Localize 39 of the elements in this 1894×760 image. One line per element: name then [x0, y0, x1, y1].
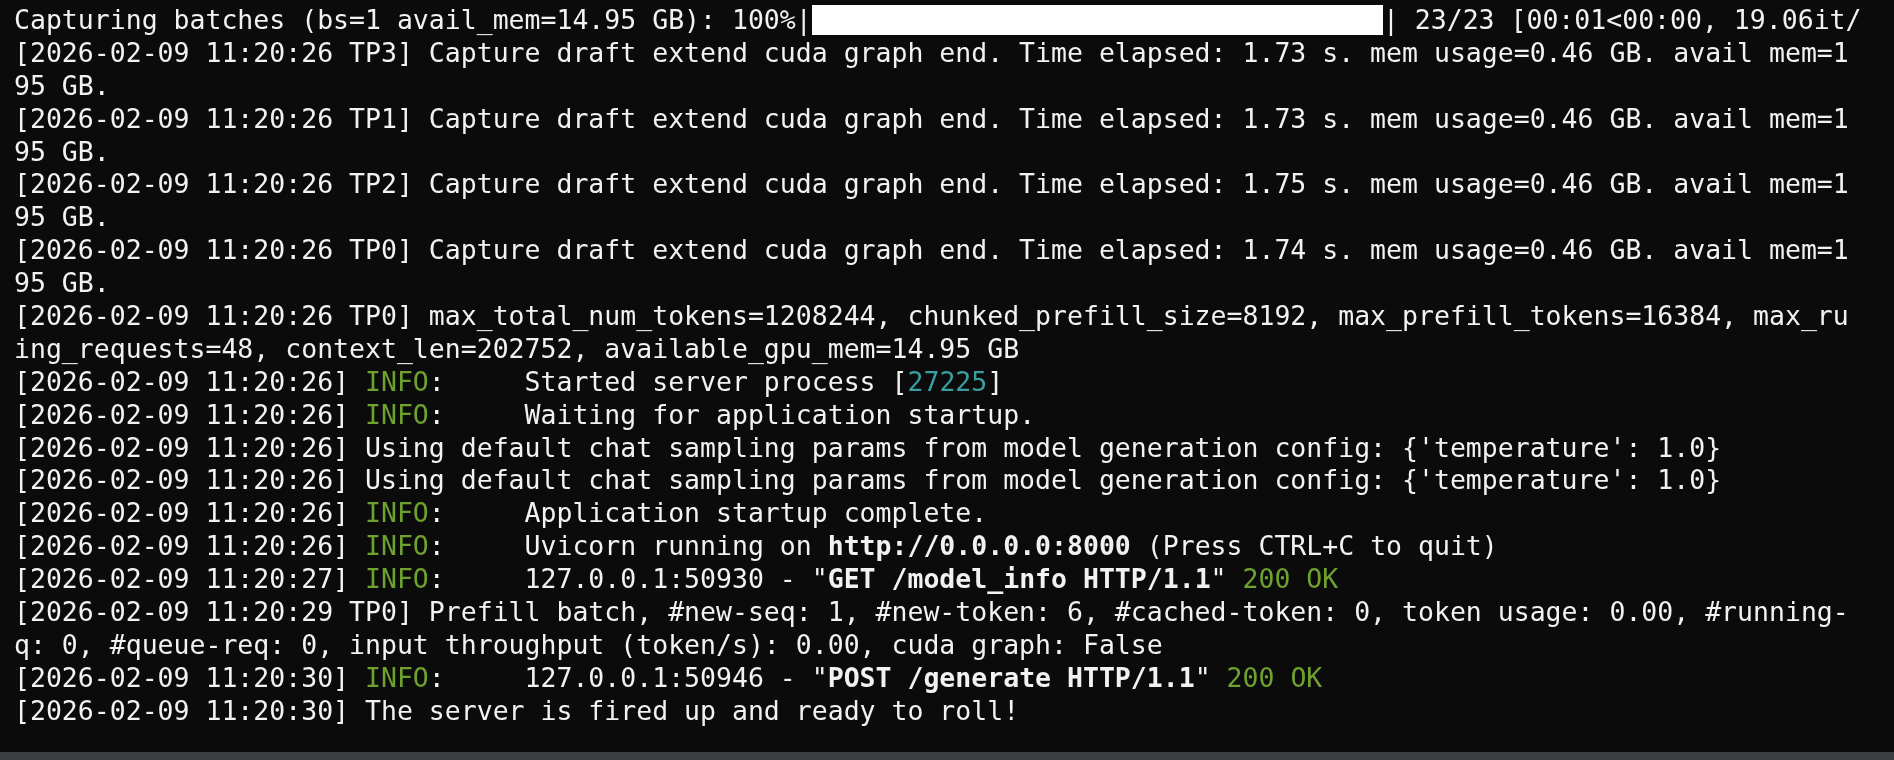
log-text: [2026-02-09 11:20:29 TP0] Prefill batch, #new-seq: 1, #new-token: 6, #cached-token: 0, token usage: 0.00, #running- — [14, 596, 1849, 629]
log-text: [2026-02-09 11:20:26] — [14, 398, 351, 432]
log-text: [2026-02-09 11:20:26 TP2] Capture draft extend cuda graph end. Time elapsed: 1.75 s. mem usage=0.46 GB. avail mem=1 — [14, 168, 1849, 202]
log-text: [2026-02-09 11:20:26] Using default chat sampling params from model generation config: {'temperature': 1.0} — [14, 464, 1722, 498]
log-text: [2026-02-09 11:20:27] — [14, 563, 351, 597]
log-text: [2026-02-09 11:20:26 TP0] Capture draft extend cuda graph end. Time elapsed: 1.74 s. mem usage=0.46 GB. avail mem=1 — [14, 234, 1849, 268]
log-text: [2026-02-09 11:20:26] — [14, 365, 351, 399]
log-text: : 127.0.0.1:50946 - "POST /generate HTTP/1.1" — [428, 661, 1212, 695]
log-text: [2026-02-09 11:20:26 TP0] max_total_num_tokens=1208244, chunked_prefill_size=8192, max_prefill_tokens=16384, max_ru — [14, 300, 1849, 333]
status-text: 200 OK — [1226, 661, 1323, 695]
log-text: [2026-02-09 11:20:26] — [14, 530, 351, 564]
status-text: 200 OK — [1242, 563, 1339, 597]
log-level-label: INFO — [365, 563, 429, 597]
log-text: [2026-02-09 11:20:30] The server is fired up and ready to roll! — [14, 694, 1020, 728]
log-text: 95 GB. — [14, 69, 110, 103]
log-text: [2026-02-09 11:20:26] Using default chat sampling params from model generation config: {'temperature': 1.0} — [14, 431, 1722, 465]
log-text: 95 GB. — [14, 201, 110, 235]
log-text: 95 GB. — [14, 135, 110, 169]
log-text: : Application startup complete. — [428, 497, 988, 531]
log-text: [2026-02-09 11:20:30] — [14, 661, 351, 695]
log-text: : 127.0.0.1:50930 - "GET /model_info HTTP/1.1" — [428, 563, 1228, 597]
log-level-label: INFO — [365, 661, 429, 695]
log-text: [2026-02-09 11:20:26 TP3] Capture draft extend cuda graph end. Time elapsed: 1.73 s. mem usage=0.46 GB. avail mem=1 — [14, 36, 1849, 70]
log-text: Capturing batches (bs=1 avail_mem=14.95 GB): 100%| — [14, 4, 812, 37]
log-level-label: INFO — [365, 398, 429, 432]
process-id: 27225 — [907, 365, 988, 399]
log-text: : Waiting for application startup. — [428, 398, 1036, 432]
log-text: [2026-02-09 11:20:26 TP1] Capture draft extend cuda graph end. Time elapsed: 1.73 s. mem usage=0.46 GB. avail mem=1 — [14, 102, 1849, 136]
log-text: : Uvicorn running on http://0.0.0.0:8000 (Press CTRL+C to quit) — [428, 530, 1498, 564]
log-text: q: 0, #queue-req: 0, input throughput (token/s): 0.00, cuda graph: False — [14, 628, 1163, 662]
log-text: 95 GB. — [14, 267, 110, 301]
log-text: : Started server process [ — [428, 365, 908, 399]
log-text: ing_requests=48, context_len=202752, available_gpu_mem=14.95 GB — [14, 332, 1020, 366]
log-level-label: INFO — [365, 530, 429, 564]
log-text: | 23/23 [00:01<00:00, 19.06it/ — [1382, 4, 1862, 37]
log-text: [2026-02-09 11:20:26] — [14, 497, 351, 531]
log-level-label: INFO — [365, 497, 429, 531]
log-level-label: INFO — [365, 365, 429, 399]
log-text: ] — [987, 365, 1004, 399]
